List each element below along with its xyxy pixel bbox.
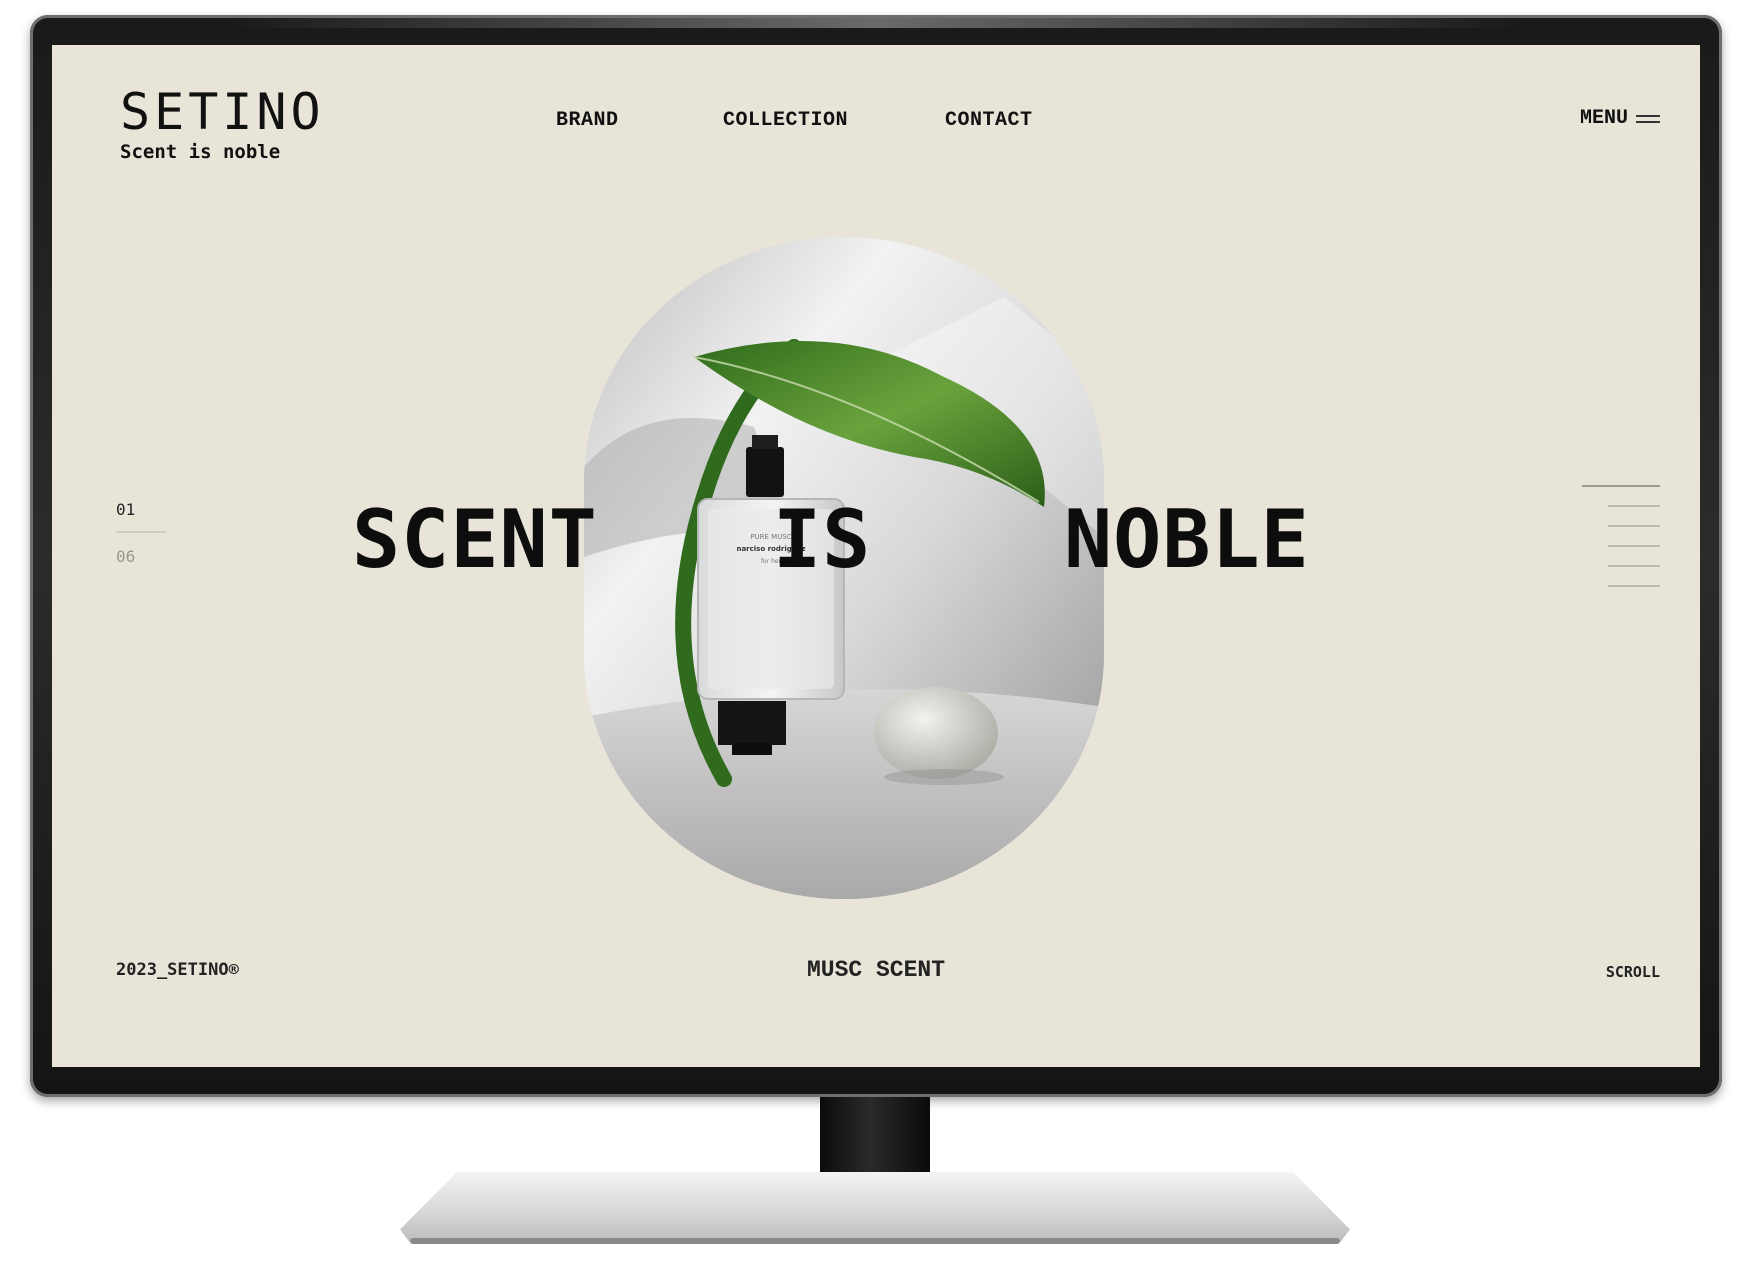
footer-product-name: MUSC SCENT	[806, 957, 946, 983]
website-screen: SETINO Scent is noble BRAND COLLECTION C…	[52, 45, 1700, 1067]
progress-line	[1582, 485, 1660, 487]
brand-name: SETINO	[120, 83, 325, 141]
brand-tagline: Scent is noble	[120, 141, 281, 163]
hero-word-noble: NOBLE	[1064, 493, 1310, 586]
slide-current: 01	[116, 500, 136, 519]
slide-counter-divider	[116, 531, 166, 533]
progress-line	[1608, 565, 1660, 567]
hamburger-icon	[1636, 114, 1660, 124]
slide-total: 06	[116, 547, 136, 566]
hero-word-scent: SCENT	[352, 493, 598, 586]
slide-progress-lines[interactable]	[1580, 485, 1660, 595]
nav-item-contact[interactable]: CONTACT	[945, 109, 1033, 132]
monitor-frame: SETINO Scent is noble BRAND COLLECTION C…	[30, 15, 1722, 1097]
scroll-button[interactable]: SCROLL	[1606, 963, 1660, 981]
progress-line	[1608, 545, 1660, 547]
progress-line	[1608, 505, 1660, 507]
progress-line	[1608, 525, 1660, 527]
nav-item-brand[interactable]: BRAND	[556, 109, 619, 132]
bezel-shine	[230, 18, 1522, 28]
hero-word-is: IS	[773, 493, 872, 586]
slide-counter: 01 06	[116, 500, 166, 566]
monitor-stand-neck	[820, 1097, 930, 1179]
nav-item-collection[interactable]: COLLECTION	[723, 109, 848, 132]
monitor-stand-base	[400, 1172, 1350, 1242]
progress-line	[1608, 585, 1660, 587]
menu-button[interactable]: MENU	[1580, 107, 1660, 130]
brand-logo[interactable]: SETINO Scent is noble	[120, 87, 325, 163]
monitor-stand-shadow	[410, 1238, 1340, 1244]
menu-label: MENU	[1579, 107, 1628, 130]
